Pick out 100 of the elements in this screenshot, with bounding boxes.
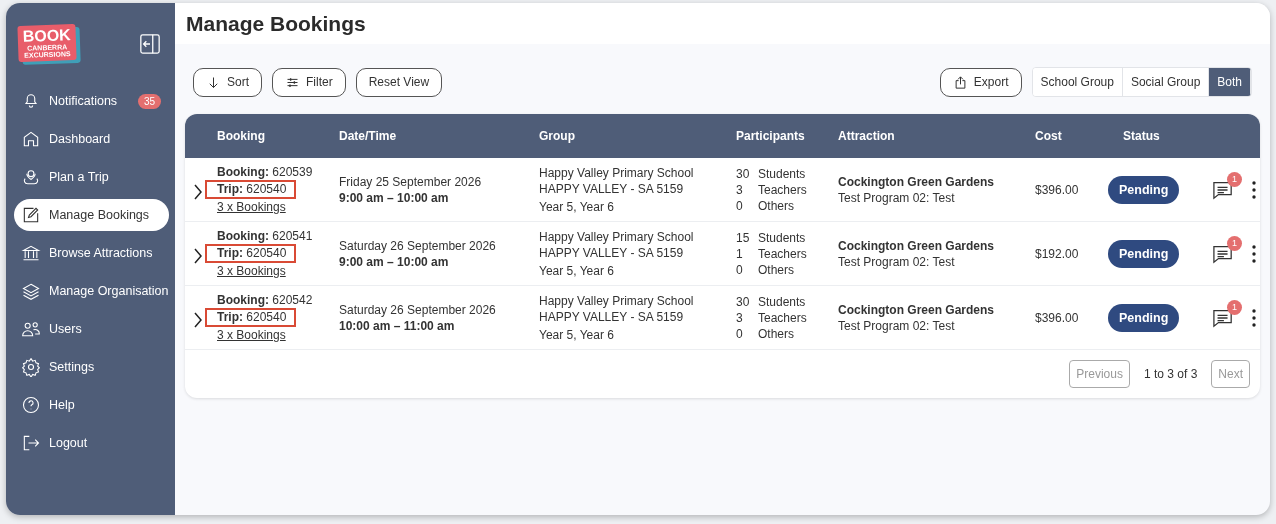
bookings-link[interactable]: 3 x Bookings [217, 199, 286, 215]
column-header: Attraction [838, 129, 896, 143]
booking-date: Saturday 26 September 2026 [339, 237, 497, 254]
bookings-link[interactable]: 3 x Bookings [217, 327, 286, 343]
message-count: 1 [1227, 171, 1242, 187]
trip-number: Trip: 620540 [205, 180, 297, 199]
status-badge: Pending [1108, 239, 1180, 268]
year-levels: Year 5, Year 6 [539, 326, 615, 343]
gear-icon [21, 357, 41, 377]
school-location: HAPPY VALLEY - SA 5159 [539, 308, 685, 325]
bank-icon [21, 243, 41, 263]
group-filter-option[interactable]: School Group [1032, 68, 1123, 96]
school-location: HAPPY VALLEY - SA 5159 [539, 244, 685, 261]
participant-type: Others [758, 261, 795, 278]
booking-number: Booking: 620539 [217, 164, 314, 180]
status-badge: Pending [1108, 303, 1180, 332]
sidebar-item[interactable]: Manage Bookings [14, 199, 169, 231]
participant-count: 30 [736, 293, 751, 310]
sidebar-item[interactable]: Help [14, 389, 169, 421]
school-name: Happy Valley Primary School [539, 292, 695, 309]
participant-type: Others [758, 197, 795, 214]
participant-type: Teachers [758, 181, 808, 198]
participant-type: Teachers [758, 245, 808, 262]
edit-icon [21, 205, 41, 225]
school-name: Happy Valley Primary School [539, 228, 695, 245]
group-filter-option[interactable]: Both [1209, 68, 1251, 96]
expand-chevron-icon[interactable] [193, 310, 203, 329]
participant-type: Students [758, 293, 807, 310]
column-header: Participants [736, 129, 806, 143]
booking-time: 9:00 am – 10:00 am [339, 189, 450, 206]
booking-cost: $396.00 [1035, 182, 1080, 197]
year-levels: Year 5, Year 6 [539, 198, 615, 215]
toolbar-button[interactable]: Sort [193, 67, 262, 97]
booking-time: 10:00 am – 11:00 am [339, 317, 456, 334]
participant-count: 3 [736, 309, 744, 326]
participant-count: 15 [736, 229, 751, 246]
page-range: 1 to 3 of 3 [1143, 367, 1198, 381]
sidebar-item[interactable]: Manage Organisation [14, 275, 169, 307]
participant-count: 0 [736, 325, 744, 342]
sidebar-item[interactable]: Dashboard [14, 123, 169, 155]
sidebar-item[interactable]: Users [14, 313, 169, 345]
sidebar-item[interactable]: Logout [14, 427, 169, 459]
attraction-name: Cockington Green Gardens [838, 173, 996, 190]
booking-number: Booking: 620541 [217, 228, 314, 244]
column-header: Booking [217, 129, 266, 143]
booking-cost: $396.00 [1035, 310, 1080, 325]
attraction-name: Cockington Green Gardens [838, 237, 996, 254]
booking-number: Booking: 620542 [217, 292, 314, 308]
message-count: 1 [1227, 235, 1242, 251]
participant-type: Students [758, 165, 807, 182]
program-name: Test Program 02: Test [838, 189, 956, 206]
booking-date: Saturday 26 September 2026 [339, 301, 497, 318]
message-icon[interactable] [1212, 179, 1234, 200]
column-header: Status [1122, 129, 1161, 143]
sidebar-item[interactable]: Browse Attractions [14, 237, 169, 269]
toolbar-button[interactable]: Filter [272, 67, 346, 97]
program-name: Test Program 02: Test [838, 253, 956, 270]
participant-count: 30 [736, 165, 751, 182]
message-count: 1 [1227, 299, 1242, 315]
participant-count: 3 [736, 181, 744, 198]
attraction-name: Cockington Green Gardens [838, 301, 996, 318]
bookings-link[interactable]: 3 x Bookings [217, 263, 286, 279]
booking-date: Friday 25 September 2026 [339, 173, 483, 190]
participant-type: Teachers [758, 309, 808, 326]
participant-count: 0 [736, 261, 744, 278]
trip-number: Trip: 620540 [205, 308, 297, 327]
help-icon [21, 395, 41, 415]
more-options-icon[interactable] [1252, 180, 1256, 199]
school-name: Happy Valley Primary School [539, 164, 695, 181]
notification-count: 35 [137, 93, 161, 109]
toolbar-button[interactable]: Reset View [355, 67, 443, 97]
column-header: Group [539, 129, 576, 143]
booking-time: 9:00 am – 10:00 am [339, 253, 450, 270]
participant-type: Others [758, 325, 795, 342]
participant-type: Students [758, 229, 807, 246]
booking-cost: $192.00 [1035, 246, 1080, 261]
sidebar-item[interactable]: Settings [14, 351, 169, 383]
program-name: Test Program 02: Test [838, 317, 956, 334]
sidebar-item[interactable]: Notifications 35 [14, 85, 169, 117]
expand-chevron-icon[interactable] [193, 182, 203, 201]
share-icon [952, 74, 968, 90]
more-options-icon[interactable] [1252, 244, 1256, 263]
more-options-icon[interactable] [1252, 308, 1256, 327]
page-title: Manage Bookings [175, 3, 1270, 44]
logout-icon [21, 433, 41, 453]
export-button[interactable]: Export [939, 67, 1022, 97]
message-icon[interactable] [1212, 307, 1234, 328]
participant-count: 1 [736, 245, 744, 262]
pin-icon [21, 167, 41, 187]
column-header: Date/Time [339, 129, 398, 143]
column-header: Cost [1035, 129, 1063, 143]
year-levels: Year 5, Year 6 [539, 262, 615, 279]
expand-chevron-icon[interactable] [193, 246, 203, 265]
sidebar-item[interactable]: Plan a Trip [14, 161, 169, 193]
home-icon [21, 129, 41, 149]
participant-count: 0 [736, 197, 744, 214]
trip-number: Trip: 620540 [205, 244, 297, 263]
message-icon[interactable] [1212, 243, 1234, 264]
collapse-sidebar-icon[interactable] [139, 33, 161, 55]
logo-text: BOOK [22, 27, 71, 45]
